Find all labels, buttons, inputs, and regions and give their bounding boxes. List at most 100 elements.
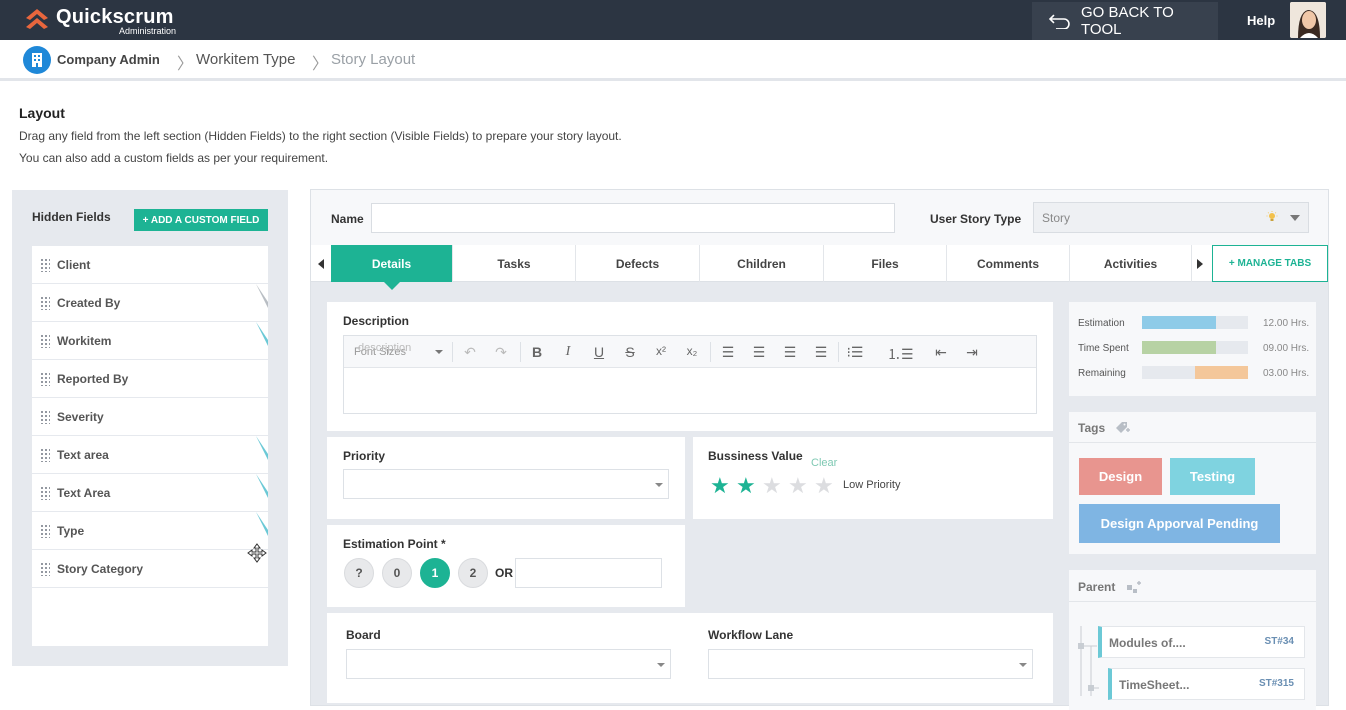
- tag-design-approval-pending[interactable]: Design Apporval Pending: [1079, 504, 1280, 543]
- estimation-time-label: Estimation: [1078, 318, 1125, 329]
- numbered-list-icon[interactable]: ⒈☰: [887, 344, 914, 364]
- board-label: Board: [346, 628, 381, 642]
- drag-handle-icon[interactable]: [40, 561, 50, 576]
- hidden-field-item[interactable]: Story Category: [32, 550, 268, 588]
- subscript-icon[interactable]: x₂: [683, 344, 701, 358]
- workflow-lane-label: Workflow Lane: [708, 628, 794, 642]
- avatar[interactable]: [1290, 2, 1326, 38]
- description-field[interactable]: Description Font Sizes description ↶ ↷ B…: [327, 302, 1053, 431]
- building-icon: [32, 53, 42, 67]
- star-empty-icon[interactable]: ★: [788, 473, 808, 499]
- time-tracking-panel: Estimation 12.00 Hrs. Time Spent 09.00 H…: [1069, 302, 1316, 396]
- priority-select[interactable]: [343, 469, 669, 499]
- board-select[interactable]: [346, 649, 671, 679]
- tab-activities[interactable]: Activities: [1070, 245, 1192, 282]
- layout-instructions: Drag any field from the left section (Hi…: [19, 129, 622, 143]
- font-size-ghost-text: description: [358, 342, 412, 354]
- name-label: Name: [331, 212, 364, 226]
- undo-icon[interactable]: ↶: [461, 344, 479, 361]
- drag-handle-icon[interactable]: [40, 333, 50, 348]
- help-link[interactable]: Help: [1247, 13, 1275, 28]
- time-spent-label: Time Spent: [1078, 343, 1129, 354]
- rich-text-editor[interactable]: Font Sizes description ↶ ↷ B I U S x² x₂…: [343, 335, 1037, 414]
- tab-scroll-right-button[interactable]: [1190, 245, 1210, 282]
- board-field: Board Workflow Lane: [327, 613, 1053, 703]
- align-left-icon[interactable]: ☰: [719, 344, 737, 361]
- drag-handle-icon[interactable]: [40, 447, 50, 462]
- hidden-field-item[interactable]: Text area: [32, 436, 268, 474]
- logo[interactable]: Quickscrum Administration: [24, 6, 176, 36]
- drag-handle-icon[interactable]: [40, 371, 50, 386]
- hidden-field-item[interactable]: Text Area: [32, 474, 268, 512]
- parent-item[interactable]: TimeSheet... ST#315: [1108, 668, 1305, 700]
- tab-scroll-left-button[interactable]: [311, 245, 331, 282]
- hidden-field-label: Text Area: [57, 485, 111, 500]
- estimation-input[interactable]: [515, 558, 662, 588]
- add-parent-icon[interactable]: [1126, 579, 1142, 595]
- clear-rating-link[interactable]: Clear: [811, 457, 837, 469]
- manage-tabs-button[interactable]: + MANAGE TABS: [1212, 245, 1328, 282]
- breadcrumb-workitem-type[interactable]: Workitem Type: [196, 51, 295, 68]
- drag-handle-icon[interactable]: [40, 295, 50, 310]
- breadcrumb-story-layout: Story Layout: [331, 51, 416, 68]
- drag-handle-icon[interactable]: [40, 485, 50, 500]
- superscript-icon[interactable]: x²: [652, 344, 670, 358]
- hidden-field-item[interactable]: Type: [32, 512, 268, 550]
- tags-header: Tags: [1069, 412, 1316, 443]
- user-story-type-select[interactable]: Story: [1033, 202, 1309, 233]
- user-story-type-label: User Story Type: [930, 212, 1022, 226]
- hidden-field-item[interactable]: Client: [32, 246, 268, 284]
- underline-icon[interactable]: U: [590, 344, 608, 360]
- lightbulb-icon: [1266, 211, 1278, 221]
- align-right-icon[interactable]: ☰: [781, 344, 799, 361]
- strikethrough-icon[interactable]: S: [621, 344, 639, 360]
- italic-icon[interactable]: I: [559, 344, 577, 360]
- user-photo-icon: [1290, 2, 1326, 38]
- hidden-field-item[interactable]: Severity: [32, 398, 268, 436]
- estimation-option-2[interactable]: 2: [458, 558, 488, 588]
- breadcrumb-company-admin[interactable]: Company Admin: [57, 52, 160, 67]
- tab-files[interactable]: Files: [824, 245, 947, 282]
- hidden-field-item[interactable]: Reported By: [32, 360, 268, 398]
- estimation-option-0[interactable]: 0: [382, 558, 412, 588]
- tab-defects[interactable]: Defects: [576, 245, 700, 282]
- star-empty-icon[interactable]: ★: [762, 473, 782, 499]
- parent-item[interactable]: Modules of.... ST#34: [1098, 626, 1305, 658]
- tag-testing[interactable]: Testing: [1170, 458, 1255, 495]
- tab-tasks[interactable]: Tasks: [453, 245, 576, 282]
- star-filled-icon[interactable]: ★: [710, 473, 730, 499]
- star-filled-icon[interactable]: ★: [736, 473, 756, 499]
- tab-details[interactable]: Details: [331, 245, 453, 290]
- hidden-field-label: Story Category: [57, 561, 144, 576]
- name-input[interactable]: [371, 203, 895, 233]
- time-spent-value: 09.00 Hrs.: [1263, 343, 1310, 354]
- align-justify-icon[interactable]: ☰: [812, 344, 830, 361]
- bullet-list-icon[interactable]: ⁝☰: [846, 344, 864, 361]
- bold-icon[interactable]: B: [528, 344, 546, 360]
- remaining-time-value: 03.00 Hrs.: [1263, 368, 1310, 379]
- estimation-option-1[interactable]: 1: [420, 558, 450, 588]
- hidden-field-item[interactable]: Created By: [32, 284, 268, 322]
- add-custom-field-button[interactable]: + ADD A CUSTOM FIELD: [134, 209, 268, 231]
- page-title: Layout: [19, 105, 65, 121]
- hidden-field-item[interactable]: Workitem: [32, 322, 268, 360]
- drag-handle-icon[interactable]: [40, 409, 50, 424]
- drag-handle-icon[interactable]: [40, 257, 50, 272]
- name-row: Name User Story Type Story: [311, 190, 1328, 245]
- redo-icon[interactable]: ↷: [492, 344, 510, 361]
- estimation-option-unknown[interactable]: ?: [344, 558, 374, 588]
- tab-comments[interactable]: Comments: [947, 245, 1070, 282]
- company-home-button[interactable]: [23, 46, 51, 74]
- tag-design[interactable]: Design: [1079, 458, 1162, 495]
- star-empty-icon[interactable]: ★: [814, 473, 834, 499]
- parent-item-name: Modules of....: [1109, 636, 1186, 650]
- drag-handle-icon[interactable]: [40, 523, 50, 538]
- caret-right-icon: [1197, 258, 1203, 269]
- indent-icon[interactable]: ⇥: [963, 344, 981, 361]
- tab-children[interactable]: Children: [700, 245, 824, 282]
- outdent-icon[interactable]: ⇤: [932, 344, 950, 361]
- align-center-icon[interactable]: ☰: [750, 344, 768, 361]
- go-back-to-tool-button[interactable]: GO BACK TO TOOL: [1032, 2, 1218, 40]
- workflow-lane-select[interactable]: [708, 649, 1033, 679]
- add-tag-icon[interactable]: [1115, 420, 1131, 436]
